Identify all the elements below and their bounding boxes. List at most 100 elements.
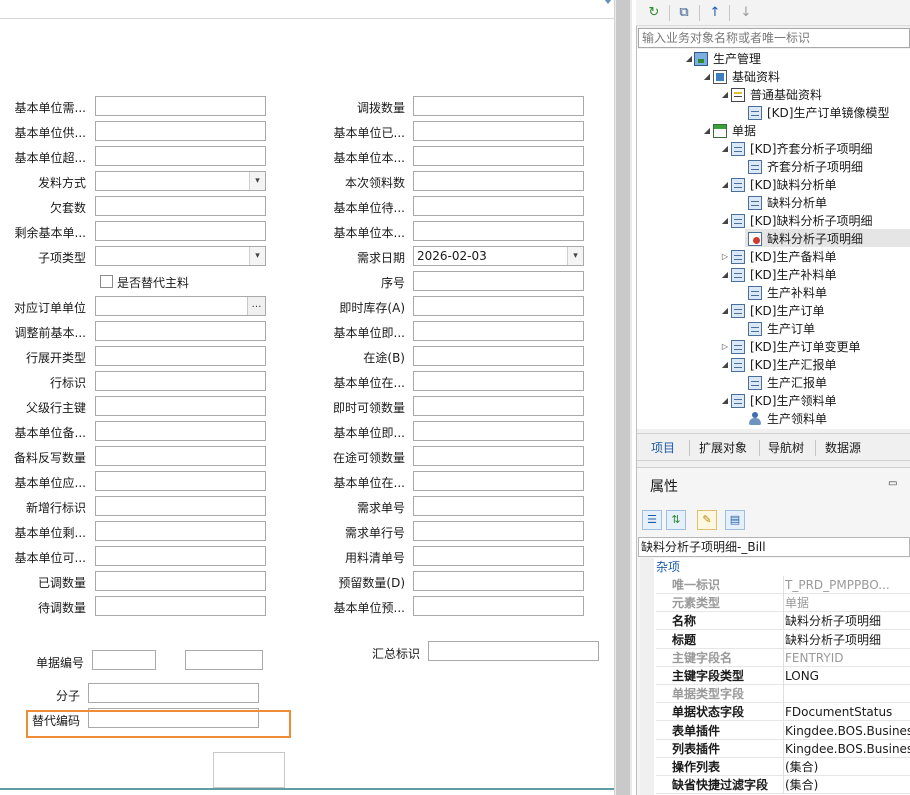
property-row[interactable]: 名称 缺料分析子项明细 — [656, 612, 910, 631]
field-input[interactable] — [413, 146, 584, 166]
field-input[interactable] — [413, 121, 584, 141]
numerator-input[interactable] — [88, 683, 259, 703]
property-value[interactable]: LONG — [785, 667, 910, 685]
tree-node-label[interactable]: [KD]齐套分析子项明细 — [750, 140, 872, 158]
property-value[interactable]: Kingdee.BOS.Business. — [785, 722, 910, 740]
field-input[interactable] — [413, 196, 584, 216]
property-value[interactable]: (集合) — [785, 758, 910, 776]
collapse-arrow-icon[interactable]: ◢ — [720, 356, 730, 374]
field-input[interactable] — [95, 446, 266, 466]
tree-node-label[interactable]: [KD]生产补料单 — [750, 266, 836, 284]
tree-node-label[interactable]: [KD]生产备料单 — [750, 248, 836, 266]
tree-node-label[interactable]: 生产管理 — [713, 50, 761, 68]
collapse-arrow-icon[interactable]: ◢ — [702, 68, 712, 86]
expand-arrow-icon[interactable]: ▷ — [720, 338, 730, 356]
chevron-down-icon[interactable]: ▾ — [567, 247, 583, 265]
property-row[interactable]: 单据类型字段 — [656, 685, 910, 704]
collapse-arrow-icon[interactable]: ◢ — [720, 212, 730, 230]
tab-extension-objects[interactable]: 扩展对象 — [691, 434, 755, 462]
field-input[interactable] — [95, 421, 266, 441]
property-value[interactable]: 缺料分析子项明细 — [785, 612, 910, 630]
field-input[interactable] — [413, 296, 584, 316]
categorized-view-icon[interactable]: ☰ — [642, 510, 662, 530]
field-input[interactable] — [95, 546, 266, 566]
tree-node-label[interactable]: 生产领料单 — [767, 410, 827, 428]
property-row[interactable]: 标题 缺料分析子项明细 — [656, 630, 910, 649]
field-input[interactable] — [413, 221, 584, 241]
field-input[interactable] — [413, 596, 584, 616]
collapse-arrow-icon[interactable]: ◢ — [720, 392, 730, 410]
chevron-down-icon[interactable]: ▾ — [249, 247, 265, 265]
tree-node-label[interactable]: 普通基础资料 — [750, 86, 822, 104]
field-input[interactable] — [413, 496, 584, 516]
field-input[interactable] — [413, 471, 584, 491]
field-combo[interactable]: ▾ — [95, 171, 266, 191]
refresh-icon[interactable]: ↻ — [644, 3, 664, 23]
property-row[interactable]: 主键字段名 FENTRYID — [656, 648, 910, 667]
field-input[interactable] — [95, 521, 266, 541]
arrow-up-icon[interactable]: ↑ — [705, 3, 725, 23]
field-input[interactable] — [95, 496, 266, 516]
summary-flag-input[interactable] — [428, 641, 599, 661]
field-input[interactable] — [95, 346, 266, 366]
tab-items[interactable]: 项目 — [641, 434, 685, 462]
collapse-arrow-icon[interactable]: ◢ — [684, 50, 694, 68]
field-input[interactable] — [413, 171, 584, 191]
property-row[interactable]: 表单插件 Kingdee.BOS.Business. — [656, 721, 910, 740]
collapse-arrow-icon[interactable]: ◢ — [702, 122, 712, 140]
tree-node-label[interactable]: [KD]缺料分析子项明细 — [750, 212, 872, 230]
arrow-down-icon[interactable]: ↓ — [736, 3, 756, 23]
field-input[interactable] — [413, 396, 584, 416]
empty-control-box[interactable] — [213, 752, 285, 788]
tree-node-label[interactable]: 基础资料 — [732, 68, 780, 86]
bill-no-suffix-input[interactable] — [185, 650, 263, 670]
tree-node-label[interactable]: [KD]缺料分析单 — [750, 176, 836, 194]
property-value[interactable]: 单据 — [785, 594, 910, 612]
collapse-arrow-icon[interactable]: ◢ — [720, 140, 730, 158]
property-value[interactable]: T_PRD_PMPPBO... — [785, 576, 910, 594]
property-row[interactable]: 缺省快捷过滤字段 (集合) — [656, 776, 910, 795]
property-row[interactable]: 主键字段类型 LONG — [656, 667, 910, 685]
property-value[interactable]: Kingdee.BOS.Business. — [785, 740, 910, 758]
property-value[interactable]: (集合) — [785, 776, 910, 794]
collapse-arrow-icon[interactable]: ◢ — [720, 302, 730, 320]
field-input[interactable] — [95, 471, 266, 491]
field-input[interactable] — [413, 346, 584, 366]
property-row[interactable]: 操作列表 (集合) — [656, 758, 910, 776]
field-input[interactable] — [413, 521, 584, 541]
field-input[interactable] — [95, 371, 266, 391]
tree-node-label[interactable]: 缺料分析子项明细 — [767, 230, 863, 248]
tree-node-label[interactable]: 生产补料单 — [767, 284, 827, 302]
ellipsis-button[interactable]: … — [247, 297, 265, 315]
property-pages-icon[interactable]: ▤ — [725, 510, 745, 530]
field-input[interactable] — [95, 571, 266, 591]
field-input[interactable] — [413, 96, 584, 116]
tree-node-label[interactable]: [KD]生产订单 — [750, 302, 824, 320]
expand-arrow-icon[interactable]: ▷ — [720, 248, 730, 266]
field-input[interactable] — [413, 271, 584, 291]
field-input[interactable] — [95, 321, 266, 341]
sort-alphabetical-icon[interactable]: ⇅ — [666, 510, 686, 530]
field-input[interactable] — [95, 146, 266, 166]
field-combo[interactable]: 2026-02-03 ▾ — [413, 246, 584, 266]
property-value[interactable]: FDocumentStatus — [785, 703, 910, 721]
tree-node-label[interactable]: 缺料分析单 — [767, 194, 827, 212]
tree-node-label[interactable]: [KD]生产订单镜像模型 — [767, 104, 889, 122]
property-row[interactable]: 单据状态字段 FDocumentStatus — [656, 703, 910, 722]
field-input[interactable] — [95, 596, 266, 616]
property-row[interactable]: 元素类型 单据 — [656, 594, 910, 613]
field-input[interactable] — [413, 546, 584, 566]
copy-icon[interactable]: ⧉ — [674, 3, 694, 23]
tree-node-label[interactable]: 生产汇报单 — [767, 374, 827, 392]
field-input[interactable] — [413, 571, 584, 591]
tab-navigation-tree[interactable]: 导航树 — [761, 434, 811, 462]
tree-node-label[interactable]: [KD]生产汇报单 — [750, 356, 836, 374]
field-input[interactable] — [413, 371, 584, 391]
chevron-down-icon[interactable]: ▾ — [249, 172, 265, 190]
field-input[interactable] — [95, 96, 266, 116]
collapse-arrow-icon[interactable]: ◢ — [720, 86, 730, 104]
field-input[interactable] — [95, 196, 266, 216]
collapse-arrow-icon[interactable]: ◢ — [720, 176, 730, 194]
substitute-main-material-checkbox[interactable] — [100, 275, 113, 288]
field-lookup[interactable]: … — [95, 296, 266, 316]
